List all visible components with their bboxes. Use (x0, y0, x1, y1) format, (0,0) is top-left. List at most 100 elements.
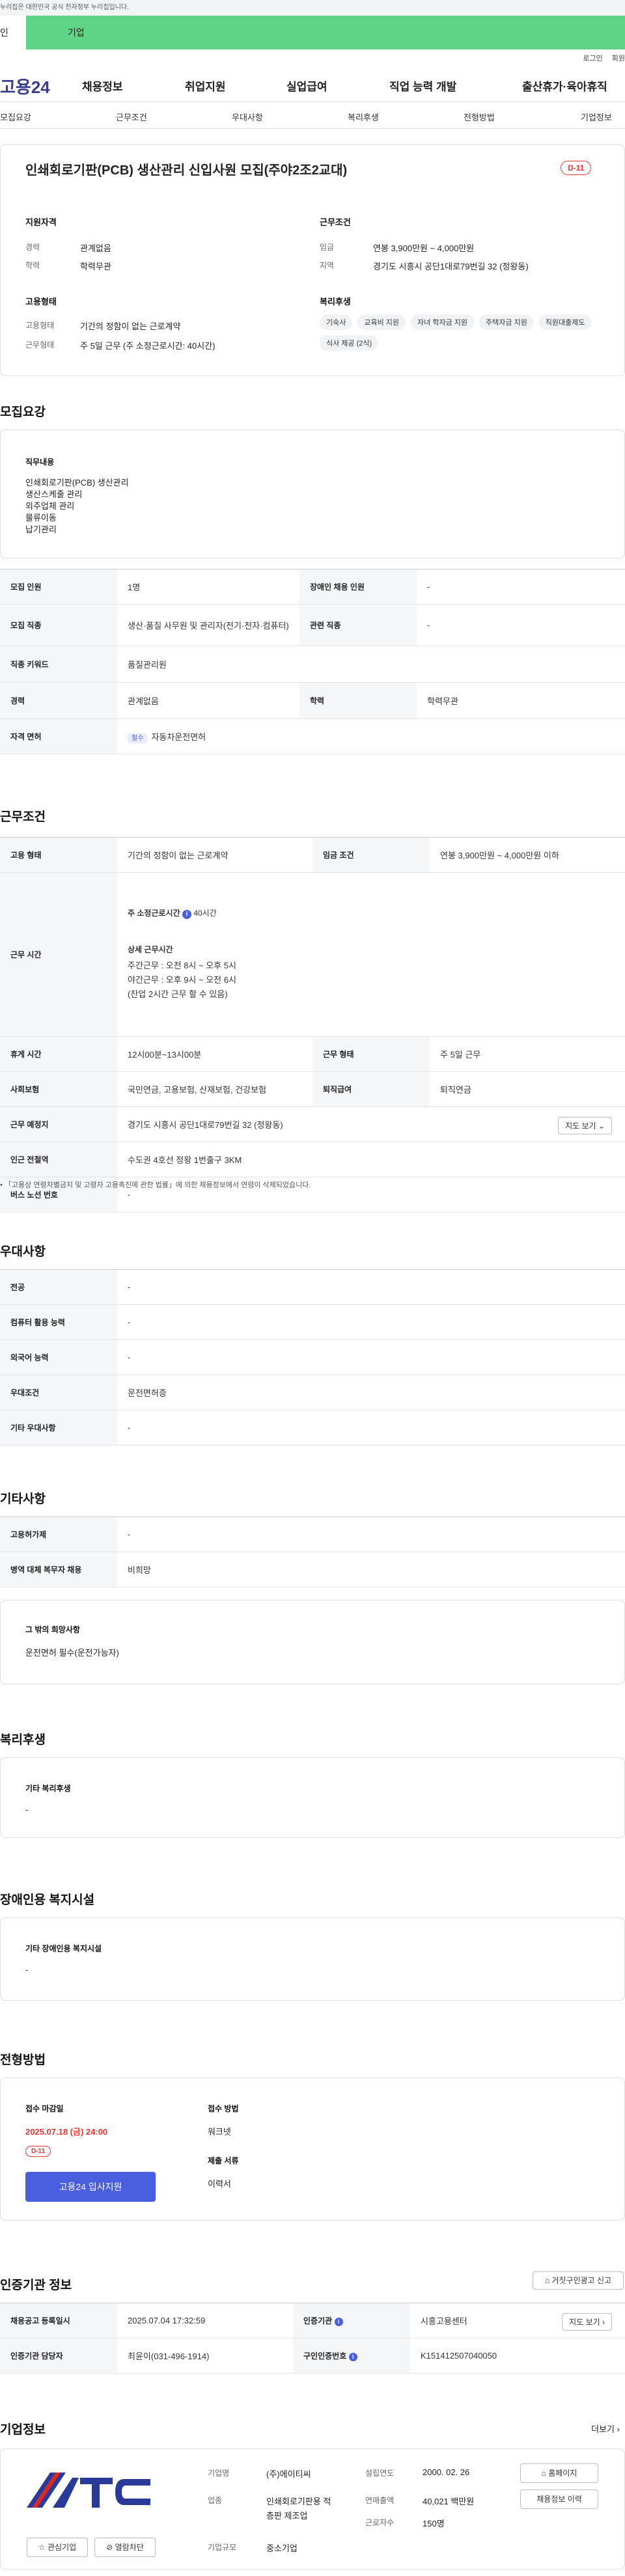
career-value: 관계없음 (117, 682, 299, 719)
report-button[interactable]: ⌂ 거짓구인광고 신고 (533, 2271, 624, 2290)
chevron-right-icon: › (617, 2424, 620, 2434)
recruit-heading: 모집요강 (0, 405, 46, 419)
founded-label: 설립연도 (365, 2469, 395, 2478)
industry-label: 업종 (208, 2496, 223, 2505)
count-label: 모집 인원 (0, 569, 117, 605)
disabled-value: - (417, 569, 625, 605)
favorite-company-button[interactable]: ☆ 관심기업 (27, 2538, 88, 2557)
edu-value: 학력무관 (417, 682, 625, 719)
staff-value: 150명 (423, 2519, 445, 2528)
info-icon[interactable]: i (348, 2353, 357, 2361)
license-value: 자동차운전면허 (151, 732, 206, 742)
related-label: 관련 직종 (299, 604, 417, 646)
duty-item: 생산스케줄 관리 (25, 489, 83, 499)
gnb-vocational-training[interactable]: 직업 능력 개발 (389, 77, 456, 94)
welfare-card: 기타 복리후생 - (0, 1757, 625, 1838)
jobtype-label: 모집 직종 (0, 604, 117, 646)
hours-label: 근무 시간 (0, 872, 117, 1037)
welfare-chips: 기숙사 교육비 지원 자녀 학자금 지원 주택자금 지원 직원대출제도식사 제공 (2식… (320, 314, 606, 356)
info-icon[interactable]: i (182, 910, 191, 919)
pref-row-label: 외국어 능력 (0, 1339, 117, 1375)
emptype-label: 고용 형태 (0, 837, 117, 873)
user-type-tabs: 인 기업 (0, 16, 625, 49)
tab-process[interactable]: 전형방법 (464, 111, 495, 123)
home-icon: ⌂ (544, 2276, 550, 2285)
career-label: 경력 (25, 243, 40, 252)
block-label: 열람차단 (115, 2543, 144, 2552)
cond-title: 근무조건 (320, 217, 351, 227)
edu-value: 학력무관 (80, 262, 111, 271)
deadline-value: 2025.07.18 (금) 24:00 (25, 2127, 108, 2137)
homepage-label: 홈페이지 (548, 2469, 577, 2478)
founded-value: 2000. 02. 26 (423, 2467, 470, 2477)
section-tabs: 모집요강 근무조건 우대사항 복리후생 전형방법 기업정보 (0, 102, 625, 129)
detail-line: (잔업 2시간 근무 할 수 있음) (128, 989, 228, 999)
etc-heading: 기타사항 (0, 1492, 46, 1506)
required-tag: 필수 (128, 733, 148, 743)
keyword-value: 품질관리원 (117, 646, 625, 683)
gnb-job-info[interactable]: 채용정보 (82, 77, 123, 94)
info-icon[interactable]: i (334, 2318, 343, 2326)
gov-notice-text: 누리집은 대한민국 공식 전자정부 누리집입니다. (0, 4, 129, 11)
dday-badge: D-11 (25, 2146, 51, 2157)
tab-pref[interactable]: 우대사항 (232, 111, 263, 123)
etc-row-value: - (117, 1516, 625, 1552)
company-name-label: 기업명 (208, 2469, 230, 2478)
reg-value: 2025.07.04 17:32:59 (117, 2303, 293, 2338)
job-title: 인쇄회로기판(PCB) 생산관리 신입사원 모집(주야2조2교대) (25, 163, 348, 178)
method-label: 접수 방법 (208, 2104, 239, 2113)
worktype-label: 근무형태 (25, 340, 55, 349)
tab-recruit[interactable]: 모집요강 (0, 111, 31, 123)
tab-welfare[interactable]: 복리후생 (348, 111, 379, 123)
duty-item: 납기관리 (25, 525, 57, 534)
welfare-chip: 식사 제공 (2식) (320, 335, 379, 351)
recruit-table: 모집 인원 1명 장애인 채용 인원 - 모집 직종 생산·품질 사무원 및 관리자(전… (0, 569, 625, 754)
duty-item: 물류이동 (25, 513, 57, 523)
map-button-label: 지도 보기 (565, 1121, 596, 1130)
wage-value: 연봉 3,900만원 ~ 4,000만원 (373, 243, 475, 253)
more-link[interactable]: 더보기 › (591, 2422, 620, 2435)
hiring-history-button[interactable]: 채용정보 이력 (520, 2489, 598, 2509)
chevron-right-icon: › (602, 2318, 605, 2327)
tab-company[interactable]: 기업 (26, 16, 85, 49)
docs-label: 제출 서류 (208, 2156, 239, 2165)
process-card: 접수 마감일 2025.07.18 (금) 24:00 D-11 고용24 입사… (0, 2077, 625, 2221)
jobtype-value: 생산·품질 사무원 및 관리자(전기·전자·컴퓨터) (117, 604, 299, 646)
pref-row-value: - (117, 1304, 625, 1340)
gnb-unemployment-benefit[interactable]: 실업급여 (286, 77, 327, 94)
rest-label: 휴게 시간 (0, 1036, 117, 1072)
map-button-label: 지도 보기 (569, 2318, 600, 2327)
join-link[interactable]: 회원 (612, 53, 625, 63)
place-map-button[interactable]: 지도 보기 ⌄ (558, 1117, 612, 1134)
welfare-chip: 주택자금 지원 (479, 314, 534, 330)
process-heading: 전형방법 (0, 2053, 46, 2067)
apply-button[interactable]: 고용24 입사지원 (25, 2172, 156, 2202)
hours-cell: 주 소정근로시간 i 40시간 상세 근무시간 주간근무 : 오전 8시 ~ 오… (117, 872, 625, 1037)
tab-work[interactable]: 근무조건 (116, 111, 147, 123)
disab-label: 기타 장애인용 복지시설 (25, 1944, 102, 1953)
edu-label: 학력 (299, 682, 417, 719)
block-view-button[interactable]: ⊘ 열람차단 (94, 2538, 156, 2557)
duty-label: 직무내용 (25, 458, 55, 467)
job-summary-card: 인쇄회로기판(PCB) 생산관리 신입사원 모집(주야2조2교대) D-11 지… (0, 144, 625, 376)
subway-value: 수도권 4호선 정왕 1번출구 3KM (117, 1142, 625, 1177)
homepage-button[interactable]: ⌂ 홈페이지 (520, 2463, 598, 2483)
gnb-employment-support[interactable]: 취업지원 (185, 77, 226, 94)
duty-item: 인쇄회로기판(PCB) 생산관리 (25, 478, 129, 487)
login-link[interactable]: 로그인 (583, 53, 602, 63)
favorite-label: 관심기업 (47, 2543, 77, 2552)
site-logo[interactable]: 고용24 (0, 74, 50, 98)
tab-company[interactable]: 기업정보 (581, 111, 612, 123)
gnb-parental-leave[interactable]: 출산휴가·육아휴직 (522, 77, 607, 94)
detail-title: 상세 근무시간 (128, 945, 173, 954)
etc-row-label: 병역 대체 복무자 채용 (0, 1552, 117, 1587)
welfare-value: - (25, 1805, 29, 1815)
company-name-value: (주)에이티씨 (266, 2469, 311, 2479)
org-map-button[interactable]: 지도 보기 › (562, 2313, 612, 2331)
welfare-heading: 복리후생 (0, 1733, 46, 1747)
pref-row-value: 운전면허증 (117, 1375, 625, 1410)
pref-heading: 우대사항 (0, 1245, 46, 1259)
place-label: 근무 예정지 (0, 1106, 117, 1142)
tab-person[interactable]: 인 (0, 16, 26, 49)
size-value: 중소기업 (266, 2543, 298, 2553)
